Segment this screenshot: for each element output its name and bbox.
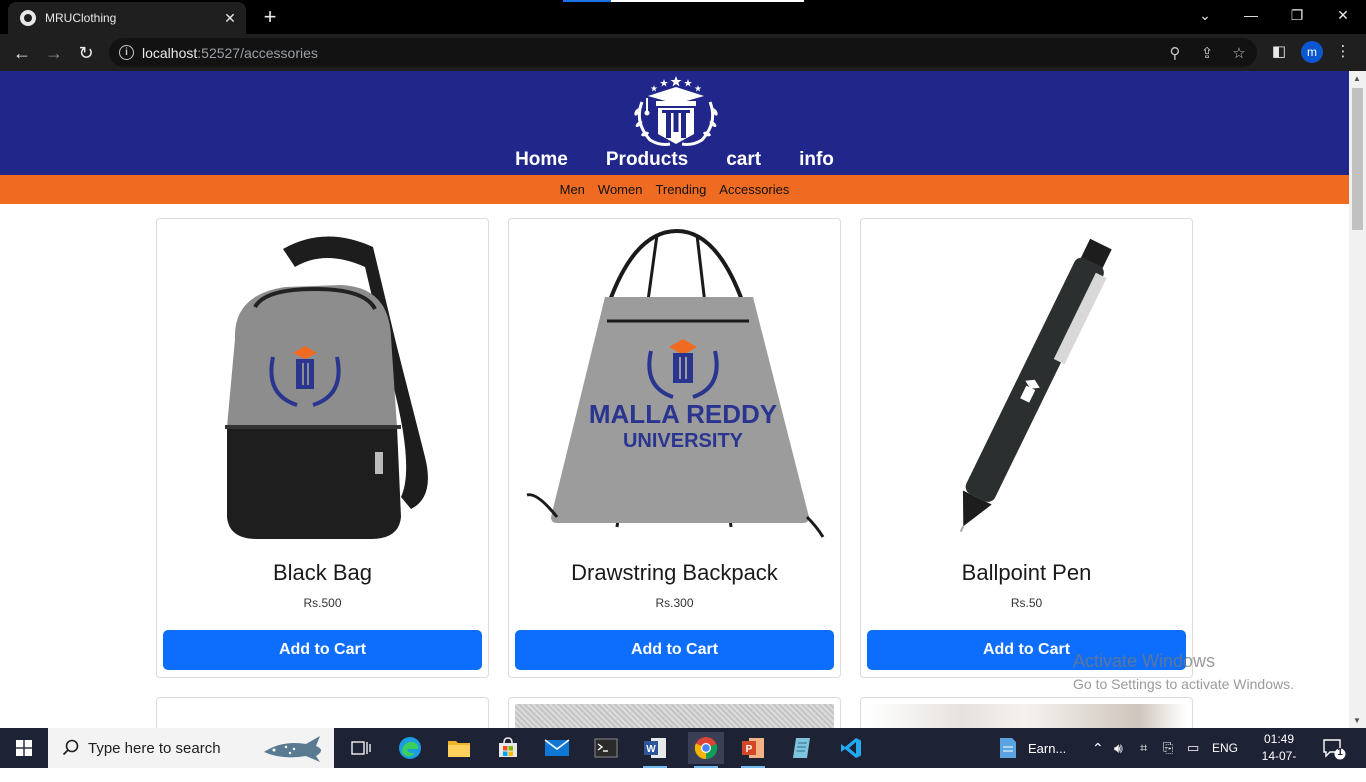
watermark-title: Activate Windows	[1073, 651, 1216, 671]
forward-button[interactable]: →	[41, 40, 67, 66]
notification-center-icon[interactable]: 1	[1322, 738, 1346, 765]
earnings-widget[interactable]: Earn...	[998, 728, 1066, 768]
close-tab-icon[interactable]: ✕	[218, 10, 242, 27]
product-card: Black Bag Rs.500 Add to Cart	[156, 218, 489, 678]
product-price: Rs.500	[303, 596, 342, 610]
chrome-icon[interactable]	[688, 732, 724, 768]
scroll-down-icon[interactable]: ▼	[1353, 716, 1361, 725]
profile-avatar[interactable]: m	[1301, 41, 1323, 63]
powerpoint-icon[interactable]: P	[737, 732, 769, 768]
nav-cart-link[interactable]: cart	[726, 149, 761, 173]
document-icon	[1000, 738, 1016, 758]
restore-button[interactable]: ❐	[1274, 0, 1320, 30]
product-card	[508, 697, 841, 728]
category-women-link[interactable]: Women	[598, 182, 643, 197]
terminal-icon[interactable]	[590, 732, 622, 764]
product-card: Ballpoint Pen Rs.50 Add to Cart	[860, 218, 1193, 678]
browser-toolbar: ← → ↻ i localhost:52527/accessories ⚲ ⇪ …	[0, 34, 1366, 71]
back-button[interactable]: ←	[9, 40, 35, 66]
taskbar-search-box[interactable]: Type here to search	[48, 728, 334, 768]
bag-print-line2: UNIVERSITY	[623, 430, 744, 452]
volume-icon[interactable]: 🔊︎	[1114, 728, 1123, 768]
category-nav: Men Women Trending Accessories	[0, 175, 1349, 204]
notification-count: 1	[1337, 747, 1343, 758]
nav-home-link[interactable]: Home	[515, 149, 568, 173]
add-to-cart-button[interactable]: Add to Cart	[163, 630, 482, 670]
watermark-subtitle: Go to Settings to activate Windows.	[1073, 676, 1294, 692]
menu-kebab-icon[interactable]: ⋮	[1333, 42, 1353, 60]
side-panel-icon[interactable]: ◧	[1269, 42, 1289, 60]
globe-icon	[20, 10, 36, 26]
clock[interactable]: 01:49 14-07-2023	[1250, 731, 1308, 782]
meet-now-icon[interactable]: ⌗	[1140, 728, 1147, 768]
notepad-icon[interactable]	[786, 732, 818, 764]
page-scrollbar[interactable]: ▲ ▼	[1349, 71, 1366, 728]
network-icon[interactable]: ▭	[1187, 728, 1199, 768]
task-view-icon[interactable]	[345, 732, 377, 764]
window-drag-indicator	[563, 0, 804, 2]
minimize-button[interactable]: —	[1228, 0, 1274, 30]
show-hidden-icons[interactable]: ⌃	[1092, 728, 1104, 768]
search-placeholder: Type here to search	[88, 740, 221, 757]
browser-tab[interactable]: MRUClothing ✕	[8, 2, 246, 34]
browser-titlebar: MRUClothing ✕ + ⌄ — ❐ ✕	[0, 0, 1366, 34]
product-price: Rs.300	[655, 596, 694, 610]
nav-products-link[interactable]: Products	[606, 149, 688, 173]
university-logo[interactable]	[626, 74, 726, 148]
search-icon	[62, 739, 79, 756]
site-header: Home Products cart info	[0, 71, 1349, 175]
file-explorer-icon[interactable]	[443, 732, 475, 764]
product-name: Black Bag	[272, 560, 373, 585]
clock-date: 14-07-2023	[1261, 749, 1297, 780]
vscode-icon[interactable]	[835, 732, 867, 764]
product-name: Drawstring Backpack	[571, 560, 778, 585]
widget-label: Earn...	[1028, 740, 1067, 756]
svg-text:P: P	[746, 744, 753, 755]
scroll-up-icon[interactable]: ▲	[1353, 74, 1361, 83]
word-icon[interactable]: W	[639, 732, 671, 768]
microsoft-store-icon[interactable]	[492, 732, 524, 764]
ballpoint-pen-image[interactable]	[869, 227, 1185, 547]
tab-title: MRUClothing	[45, 11, 117, 25]
clock-time: 01:49	[1263, 732, 1295, 746]
camera-icon[interactable]: ⎘	[1163, 728, 1173, 768]
add-to-cart-button[interactable]: Add to Cart	[515, 630, 834, 670]
main-nav: Home Products cart info	[0, 149, 1349, 173]
tab-search-icon[interactable]: ⌄	[1182, 0, 1228, 30]
mail-icon[interactable]	[541, 732, 573, 764]
activate-windows-watermark: Activate Windows Go to Settings to activ…	[1073, 651, 1294, 692]
url-text[interactable]: localhost:52527/accessories	[142, 45, 318, 61]
svg-text:W: W	[646, 744, 656, 755]
bookmark-star-icon[interactable]: ☆	[1230, 44, 1248, 62]
bag-print-line1: MALLA REDDY	[589, 399, 777, 429]
black-bag-image[interactable]	[165, 227, 481, 547]
start-button[interactable]	[0, 728, 48, 768]
category-men-link[interactable]: Men	[560, 182, 585, 197]
windows-logo-icon	[16, 740, 32, 756]
scroll-thumb[interactable]	[1352, 88, 1363, 230]
reload-button[interactable]: ↻	[73, 40, 99, 66]
share-icon[interactable]: ⇪	[1198, 44, 1216, 62]
product-image[interactable]	[867, 704, 1186, 728]
product-name: Ballpoint Pen	[961, 560, 1092, 585]
category-trending-link[interactable]: Trending	[655, 182, 706, 197]
product-card	[860, 697, 1193, 728]
whale-shark-icon	[264, 736, 321, 762]
product-card	[156, 697, 489, 728]
page-viewport: Home Products cart info Men Women Trendi…	[0, 71, 1349, 728]
site-info-icon[interactable]: i	[119, 45, 134, 60]
zoom-icon[interactable]: ⚲	[1166, 44, 1184, 62]
product-price: Rs.50	[1010, 596, 1043, 610]
windows-taskbar: Type here to search W P Earn... ⌃ 🔊︎ ⌗ ⎘…	[0, 728, 1366, 780]
drawstring-backpack-image[interactable]: MALLA REDDY UNIVERSITY	[517, 227, 833, 547]
address-bar[interactable]: i localhost:52527/accessories ⚲ ⇪ ☆	[109, 38, 1257, 67]
category-accessories-link[interactable]: Accessories	[719, 182, 789, 197]
edge-icon[interactable]	[394, 732, 426, 764]
new-tab-button[interactable]: +	[258, 5, 282, 29]
product-image[interactable]	[515, 704, 834, 728]
nav-info-link[interactable]: info	[799, 149, 834, 173]
language-indicator[interactable]: ENG	[1212, 728, 1238, 768]
close-window-button[interactable]: ✕	[1320, 0, 1366, 30]
product-card: MALLA REDDY UNIVERSITY Drawstring Backpa…	[508, 218, 841, 678]
